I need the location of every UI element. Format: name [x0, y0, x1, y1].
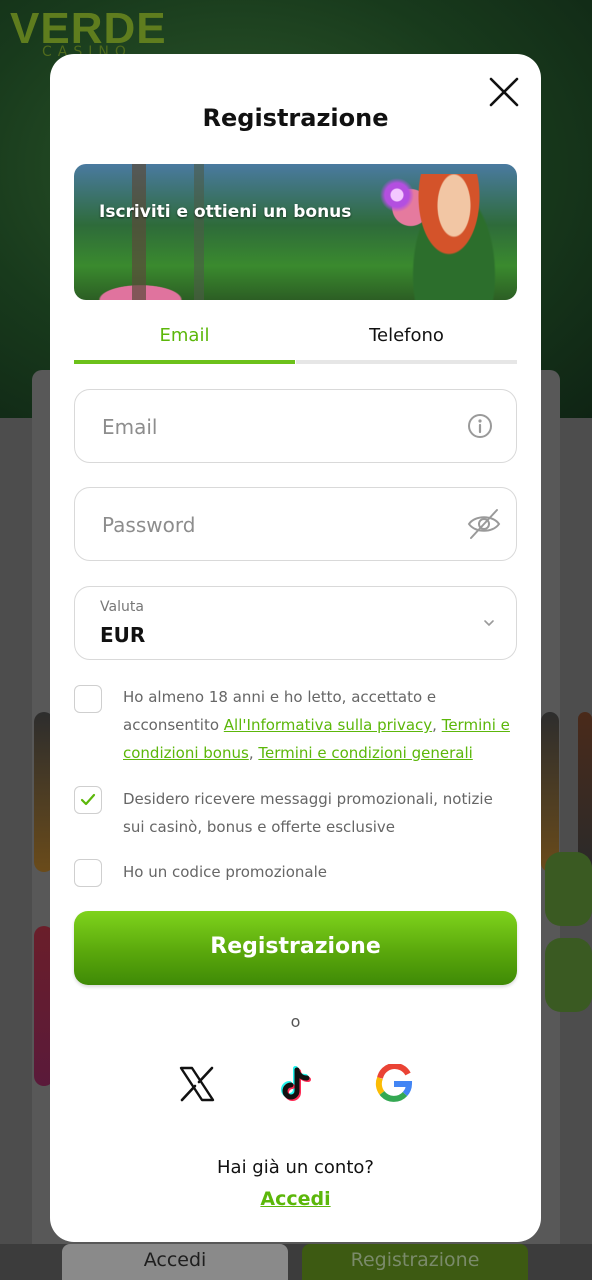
- password-field[interactable]: [100, 488, 464, 562]
- info-icon[interactable]: [466, 412, 494, 440]
- login-link[interactable]: Accedi: [50, 1188, 541, 1210]
- register-button[interactable]: Registrazione: [74, 911, 517, 985]
- have-account-text: Hai già un conto?: [217, 1157, 374, 1178]
- promo-messages-text: Desidero ricevere messaggi promozionali,…: [123, 790, 493, 836]
- eye-off-icon[interactable]: [466, 506, 502, 542]
- promo-code-checkbox[interactable]: [74, 859, 102, 887]
- trophy-icon: [545, 938, 592, 1012]
- modal-title: Registrazione: [202, 104, 389, 132]
- banner-decoration: [132, 164, 146, 300]
- promo-messages-checkbox[interactable]: [74, 786, 102, 814]
- promo-code-text: Ho un codice promozionale: [123, 863, 328, 881]
- terms-separator: ,: [248, 744, 259, 762]
- email-field-container: [74, 389, 517, 464]
- checkmark-icon: [80, 793, 96, 806]
- treasure-chest-icon: [545, 852, 592, 926]
- terms-checkbox[interactable]: [74, 685, 102, 713]
- currency-label: Valuta: [100, 599, 144, 615]
- game-tile: [578, 712, 592, 872]
- game-tile: [541, 712, 559, 872]
- general-terms-link[interactable]: Termini e condizioni generali: [258, 744, 472, 762]
- elf-character-image: [404, 174, 504, 300]
- terms-text: Ho almeno 18 anni e ho letto, accettato …: [123, 683, 515, 767]
- terms-separator: ,: [432, 716, 442, 734]
- bottom-register-button[interactable]: Registrazione: [302, 1244, 528, 1280]
- bottom-login-button[interactable]: Accedi: [62, 1244, 288, 1280]
- tiktok-icon[interactable]: [276, 1064, 316, 1104]
- banner-decoration: [194, 164, 204, 300]
- currency-value: EUR: [100, 623, 146, 647]
- signup-method-tabs: Email Telefono: [74, 316, 517, 364]
- tab-phone[interactable]: Telefono: [296, 316, 517, 364]
- currency-select[interactable]: Valuta EUR: [74, 586, 517, 660]
- google-icon[interactable]: [374, 1062, 414, 1104]
- banner-text: Iscriviti e ottieni un bonus: [99, 202, 352, 222]
- tab-email[interactable]: Email: [74, 316, 295, 364]
- registration-modal: Registrazione Iscriviti e ottieni un bon…: [50, 54, 541, 1242]
- bonus-banner: Iscriviti e ottieni un bonus: [74, 164, 517, 300]
- chevron-down-icon: [482, 615, 496, 629]
- privacy-policy-link[interactable]: All'Informativa sulla privacy: [224, 716, 432, 734]
- password-field-container: [74, 487, 517, 562]
- email-field[interactable]: [100, 390, 464, 464]
- social-divider: o: [290, 1012, 301, 1031]
- x-icon[interactable]: [177, 1064, 217, 1104]
